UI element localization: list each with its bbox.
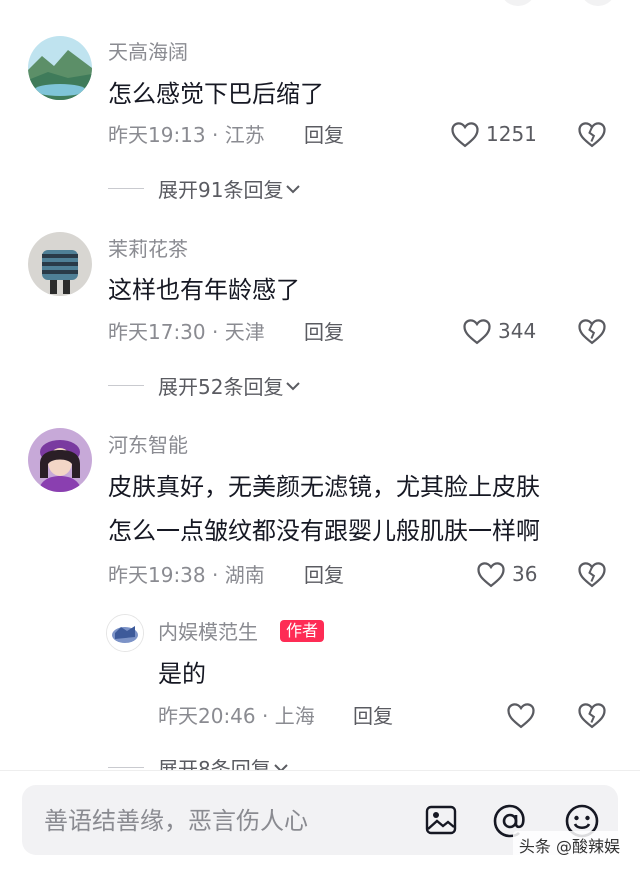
like-count: 1251	[486, 122, 537, 146]
comment-meta: 昨天19:13 · 江苏	[108, 123, 265, 147]
expand-replies[interactable]: 展开91条回复	[108, 174, 303, 203]
broken-heart-icon	[578, 562, 606, 588]
input-placeholder: 善语结善缘，恶言伤人心	[44, 807, 308, 835]
dislike-button[interactable]	[577, 560, 607, 592]
chevron-down-icon	[286, 381, 301, 390]
top-partial-button	[580, 0, 616, 6]
like-button[interactable]: 36	[476, 560, 537, 588]
broken-heart-icon	[578, 703, 606, 729]
divider-line	[108, 767, 144, 768]
expand-label: 展开91条回复	[158, 178, 284, 202]
reply-button[interactable]: 回复	[304, 562, 344, 588]
image-icon	[425, 805, 457, 835]
avatar[interactable]	[28, 428, 92, 492]
divider-line	[108, 188, 144, 189]
username[interactable]: 河东智能	[108, 433, 188, 457]
username[interactable]: 天高海阔	[108, 40, 188, 64]
comment-meta: 昨天19:38 · 湖南	[108, 563, 265, 587]
like-button[interactable]: 344	[462, 317, 536, 345]
image-button[interactable]	[424, 803, 458, 841]
like-count: 344	[498, 319, 537, 343]
comment-text: 怎么感觉下巴后缩了	[108, 80, 324, 108]
divider-line	[108, 385, 144, 386]
username[interactable]: 茉莉花茶	[108, 237, 188, 261]
avatar[interactable]	[106, 614, 144, 652]
avatar[interactable]	[28, 232, 92, 296]
broken-heart-icon	[578, 122, 606, 148]
chevron-down-icon	[286, 184, 301, 193]
comment-text: 这样也有年龄感了	[108, 276, 300, 304]
comment-text: 是的	[158, 660, 206, 688]
like-button[interactable]	[506, 701, 536, 729]
reply-button[interactable]: 回复	[353, 703, 393, 729]
author-badge: 作者	[280, 620, 325, 642]
reply-button[interactable]: 回复	[304, 122, 344, 148]
comment-text: 怎么一点皱纹都没有跟婴儿般肌肤一样啊	[108, 517, 540, 545]
username[interactable]: 内娱模范生	[158, 620, 258, 644]
like-button[interactable]: 1251	[450, 120, 537, 148]
expand-label: 展开52条回复	[158, 375, 284, 399]
heart-icon	[451, 122, 479, 148]
watermark: 头条 @酸辣娱	[512, 831, 626, 859]
reply-button[interactable]: 回复	[304, 319, 344, 345]
comment-text: 皮肤真好，无美颜无滤镜，尤其脸上皮肤	[108, 473, 540, 501]
top-partial-button	[500, 0, 536, 6]
like-count: 36	[512, 562, 538, 586]
heart-icon	[463, 319, 491, 345]
comment-meta: 昨天17:30 · 天津	[108, 320, 265, 344]
heart-icon	[507, 703, 535, 729]
dislike-button[interactable]	[577, 701, 607, 733]
dislike-button[interactable]	[577, 317, 607, 349]
dislike-button[interactable]	[577, 120, 607, 152]
avatar[interactable]	[28, 36, 92, 100]
comment-meta: 昨天20:46 · 上海	[158, 704, 315, 728]
heart-icon	[477, 562, 505, 588]
broken-heart-icon	[578, 319, 606, 345]
expand-replies[interactable]: 展开52条回复	[108, 371, 303, 400]
